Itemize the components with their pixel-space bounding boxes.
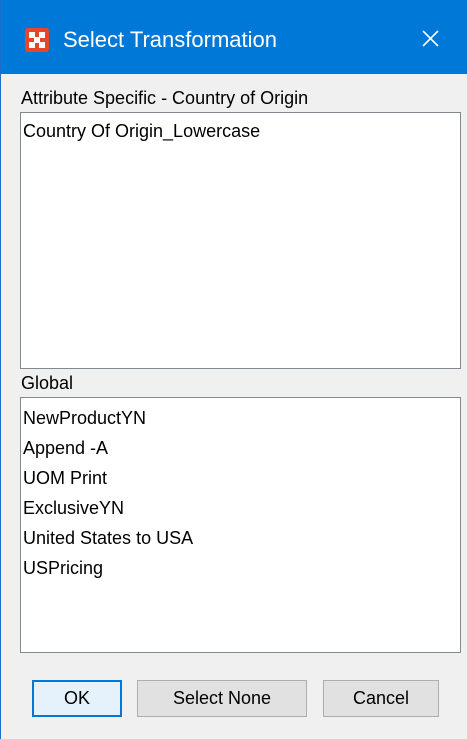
global-list[interactable]: NewProductYN Append -A UOM Print Exclusi…: [20, 397, 461, 653]
list-item[interactable]: ExclusiveYN: [22, 493, 459, 523]
list-item[interactable]: Append -A: [22, 433, 459, 463]
list-item[interactable]: USPricing: [22, 553, 459, 583]
select-none-button[interactable]: Select None: [137, 680, 307, 717]
cancel-button[interactable]: Cancel: [323, 680, 439, 717]
list-item[interactable]: United States to USA: [22, 523, 459, 553]
list-item[interactable]: NewProductYN: [22, 403, 459, 433]
global-label: Global: [21, 373, 74, 393]
attribute-specific-label: Attribute Specific - Country of Origin: [21, 88, 309, 108]
title-bar[interactable]: Select Transformation: [1, 0, 467, 74]
attribute-specific-list[interactable]: Country Of Origin_Lowercase: [20, 112, 461, 369]
close-button[interactable]: [393, 0, 467, 74]
ok-button[interactable]: OK: [32, 680, 122, 717]
list-item[interactable]: Country Of Origin_Lowercase: [22, 116, 459, 146]
close-icon: [422, 30, 439, 47]
list-item[interactable]: UOM Print: [22, 463, 459, 493]
window-title: Select Transformation: [63, 27, 277, 52]
select-transformation-dialog: Select Transformation Attribute Specific…: [0, 0, 467, 739]
app-logo-icon: [25, 28, 49, 52]
